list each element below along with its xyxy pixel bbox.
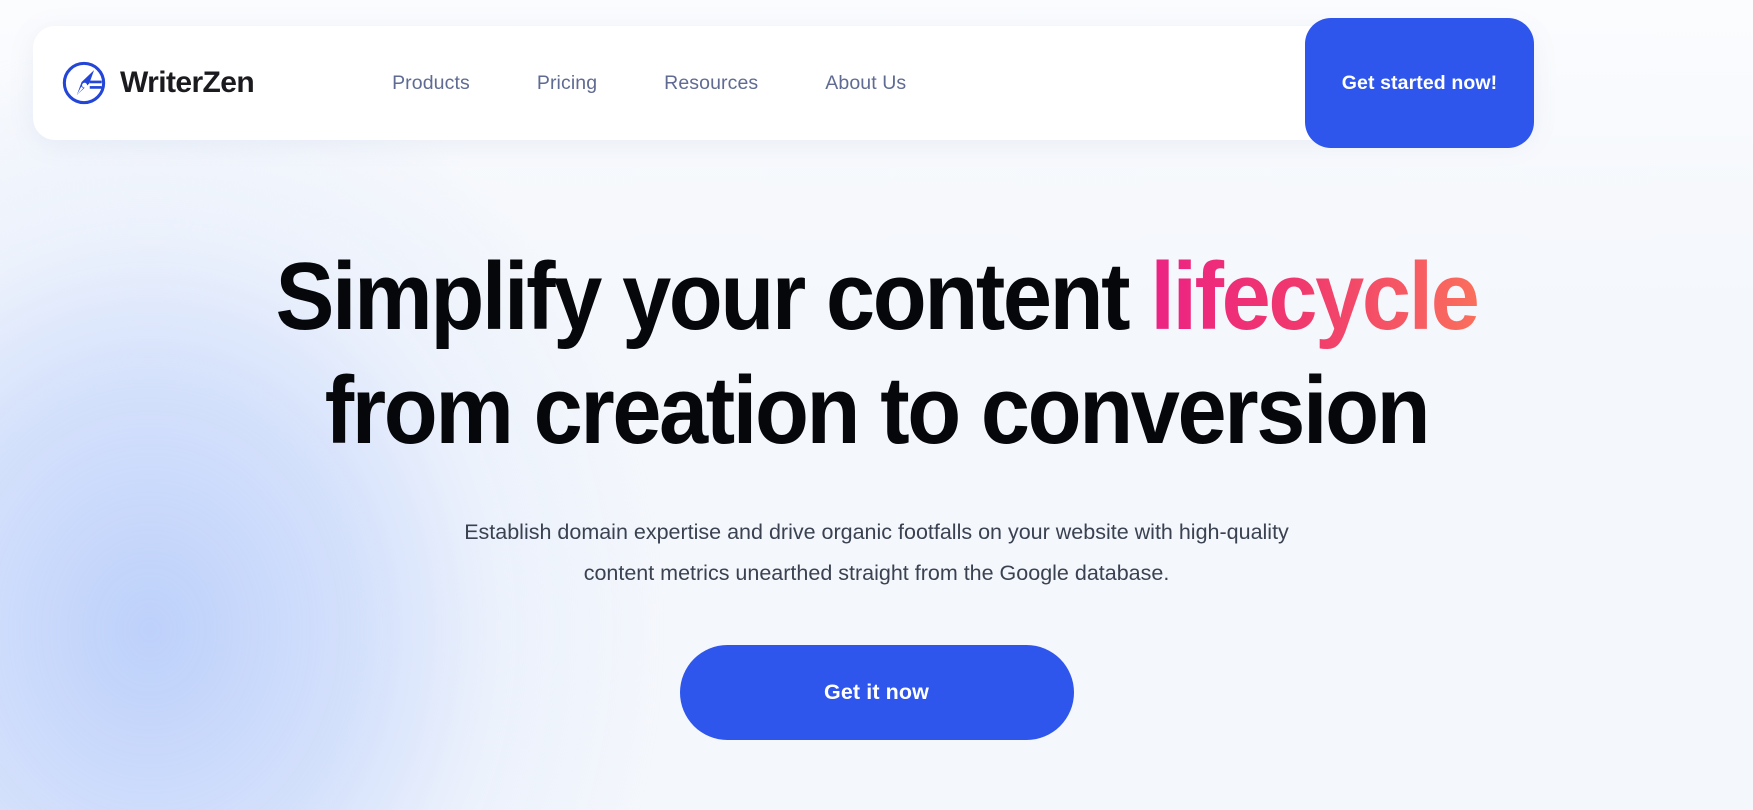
pen-nib-circle-icon [62,61,106,105]
nav-item-about-us[interactable]: About Us [825,72,906,95]
hero-section: Simplify your content lifecycle from cre… [0,140,1753,740]
headline-text-after: from creation to conversion [324,357,1431,465]
brand-name: WriterZen [120,66,255,99]
headline-text-before: Simplify your content [275,243,1151,350]
nav-item-products[interactable]: Products [392,72,470,95]
get-it-now-button[interactable]: Get it now [679,644,1074,740]
hero-subtitle: Establish domain expertise and drive org… [464,520,1289,585]
hero-headline: Simplify your content lifecycle from cre… [70,240,1683,468]
main-navigation: Products Pricing Resources About Us [392,72,906,95]
nav-item-resources[interactable]: Resources [664,72,758,95]
get-started-button[interactable]: Get started now! [1305,18,1534,148]
site-header: WriterZen Products Pricing Resources Abo… [33,18,1534,148]
brand-logo[interactable]: WriterZen [61,60,255,106]
nav-item-pricing[interactable]: Pricing [537,72,597,95]
headline-accent-word: lifecycle [1150,243,1479,350]
